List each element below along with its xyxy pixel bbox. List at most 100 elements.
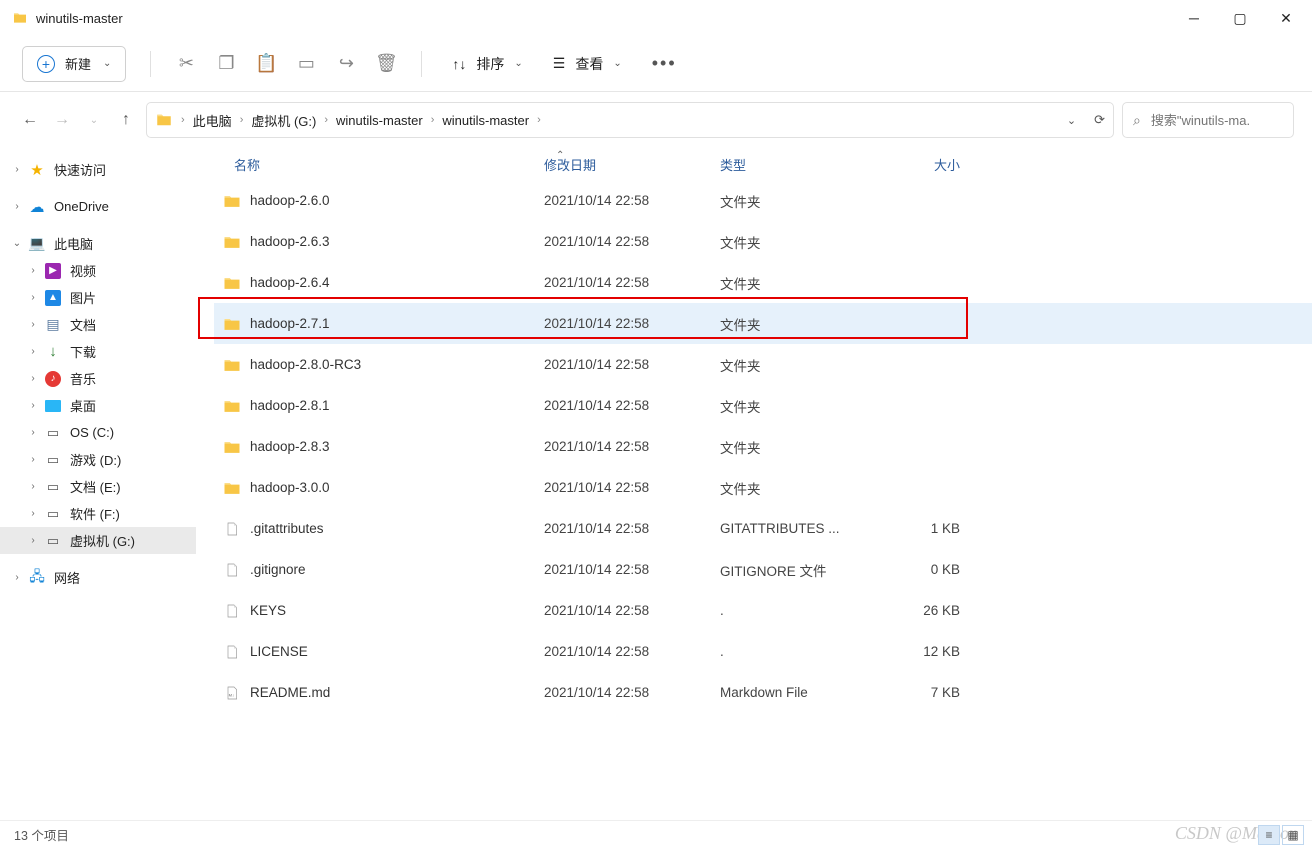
crumb-pc[interactable]: 此电脑 xyxy=(193,111,232,130)
address-bar[interactable]: ›此电脑 ›虚拟机 (G:) ›winutils-master ›winutil… xyxy=(146,102,1114,138)
expand-icon[interactable]: ⌄ xyxy=(10,238,24,249)
sidebar-item[interactable]: › ▭ OS (C:) xyxy=(0,419,196,446)
file-type: 文件夹 xyxy=(720,191,874,211)
sidebar: › ★ 快速访问› ☁ OneDrive⌄ 💻 此电脑› ▶ 视频› ▲ 图片›… xyxy=(0,148,196,820)
expand-icon[interactable]: › xyxy=(26,319,40,330)
file-name: KEYS xyxy=(250,603,286,618)
tiles-view-icon[interactable]: ▦ xyxy=(1282,825,1304,845)
search-box[interactable]: ⌕ xyxy=(1122,102,1294,138)
dl-icon: ↓ xyxy=(44,343,62,361)
sidebar-item[interactable]: › ▭ 软件 (F:) xyxy=(0,500,196,527)
sidebar-item[interactable]: › ↓ 下载 xyxy=(0,338,196,365)
up-button[interactable]: ↑ xyxy=(114,111,138,129)
sidebar-item[interactable]: › ▭ 虚拟机 (G:) xyxy=(0,527,196,554)
sidebar-label: OneDrive xyxy=(54,199,109,214)
share-icon[interactable]: ↪ xyxy=(335,53,357,75)
sidebar-item[interactable]: › ▭ 文档 (E:) xyxy=(0,473,196,500)
file-row[interactable]: hadoop-2.6.4 2021/10/14 22:58 文件夹 xyxy=(214,262,1312,303)
crumb-folder1[interactable]: winutils-master xyxy=(336,113,423,128)
crumb-folder2[interactable]: winutils-master xyxy=(442,113,529,128)
refresh-icon[interactable]: ⟳ xyxy=(1094,112,1105,128)
file-name: hadoop-2.7.1 xyxy=(250,316,330,331)
new-button[interactable]: + 新建 ⌄ xyxy=(22,46,126,82)
sidebar-item[interactable]: › 🖧 网络 xyxy=(0,564,196,591)
recent-chevron-icon[interactable]: ⌄ xyxy=(82,115,106,126)
status-bar: 13 个项目 CSDN @Marson ≡ ▦ xyxy=(0,820,1312,848)
expand-icon[interactable]: › xyxy=(26,427,40,438)
sidebar-item[interactable]: › ☁ OneDrive xyxy=(0,193,196,220)
file-row[interactable]: hadoop-3.0.0 2021/10/14 22:58 文件夹 xyxy=(214,467,1312,508)
sidebar-label: 网络 xyxy=(54,568,80,587)
back-button[interactable]: ← xyxy=(18,111,42,129)
expand-icon[interactable]: › xyxy=(26,400,40,411)
file-row[interactable]: hadoop-2.6.3 2021/10/14 22:58 文件夹 xyxy=(214,221,1312,262)
file-date: 2021/10/14 22:58 xyxy=(544,193,720,208)
expand-icon[interactable]: › xyxy=(26,508,40,519)
sidebar-label: 视频 xyxy=(70,261,96,280)
chevron-down-icon: ⌄ xyxy=(613,58,621,69)
file-row[interactable]: LICENSE 2021/10/14 22:58 . 12 KB xyxy=(214,631,1312,672)
sidebar-label: 虚拟机 (G:) xyxy=(70,531,135,550)
file-date: 2021/10/14 22:58 xyxy=(544,275,720,290)
file-icon xyxy=(222,519,242,539)
folder-icon xyxy=(12,10,28,26)
file-icon xyxy=(222,560,242,580)
header-name[interactable]: 名称 xyxy=(214,155,544,174)
expand-icon[interactable]: › xyxy=(26,265,40,276)
close-button[interactable]: ✕ xyxy=(1276,10,1296,27)
sidebar-item[interactable]: › ▶ 视频 xyxy=(0,257,196,284)
file-type: . xyxy=(720,644,874,659)
sidebar-item[interactable]: › ♪ 音乐 xyxy=(0,365,196,392)
sidebar-item[interactable]: › 桌面 xyxy=(0,392,196,419)
file-name: hadoop-2.6.3 xyxy=(250,234,330,249)
delete-icon[interactable]: 🗑 xyxy=(375,53,397,75)
copy-icon[interactable]: ❐ xyxy=(215,53,237,75)
header-type[interactable]: 类型 xyxy=(720,155,874,174)
expand-icon[interactable]: › xyxy=(26,535,40,546)
expand-icon[interactable]: › xyxy=(26,481,40,492)
expand-icon[interactable]: › xyxy=(10,572,24,583)
file-row[interactable]: KEYS 2021/10/14 22:58 . 26 KB xyxy=(214,590,1312,631)
expand-icon[interactable]: › xyxy=(26,346,40,357)
search-input[interactable] xyxy=(1151,113,1283,128)
file-name: hadoop-2.8.0-RC3 xyxy=(250,357,361,372)
file-row[interactable]: hadoop-2.8.0-RC3 2021/10/14 22:58 文件夹 xyxy=(214,344,1312,385)
file-size: 1 KB xyxy=(874,521,970,536)
sort-button[interactable]: ↑↓ 排序 ⌄ xyxy=(446,54,528,74)
details-view-icon[interactable]: ≡ xyxy=(1258,825,1280,845)
more-button[interactable]: ••• xyxy=(646,53,683,74)
file-row[interactable]: .gitignore 2021/10/14 22:58 GITIGNORE 文件… xyxy=(214,549,1312,590)
rename-icon[interactable]: ▭ xyxy=(295,53,317,75)
dropdown-chevron-icon[interactable]: ⌄ xyxy=(1067,114,1076,127)
file-row[interactable]: hadoop-2.8.3 2021/10/14 22:58 文件夹 xyxy=(214,426,1312,467)
view-button[interactable]: ☰ 查看 ⌄ xyxy=(547,54,628,74)
expand-icon[interactable]: › xyxy=(26,292,40,303)
sidebar-item[interactable]: › ▲ 图片 xyxy=(0,284,196,311)
title-bar: winutils-master ─ ▢ ✕ xyxy=(0,0,1312,36)
expand-icon[interactable]: › xyxy=(10,164,24,175)
paste-icon[interactable]: 📋 xyxy=(255,53,277,75)
file-row[interactable]: hadoop-2.8.1 2021/10/14 22:58 文件夹 xyxy=(214,385,1312,426)
file-row[interactable]: .gitattributes 2021/10/14 22:58 GITATTRI… xyxy=(214,508,1312,549)
header-date[interactable]: 修改日期 xyxy=(544,155,720,174)
forward-button[interactable]: → xyxy=(50,111,74,129)
mus-icon: ♪ xyxy=(44,370,62,388)
header-size[interactable]: 大小 xyxy=(874,155,970,174)
minimize-button[interactable]: ─ xyxy=(1184,10,1204,27)
sidebar-item[interactable]: › ▤ 文档 xyxy=(0,311,196,338)
expand-icon[interactable]: › xyxy=(26,454,40,465)
cut-icon[interactable]: ✂ xyxy=(175,53,197,75)
sidebar-item[interactable]: ⌄ 💻 此电脑 xyxy=(0,230,196,257)
file-row[interactable]: M↓README.md 2021/10/14 22:58 Markdown Fi… xyxy=(214,672,1312,713)
chevron-down-icon: ⌄ xyxy=(514,58,522,69)
file-row[interactable]: hadoop-2.6.0 2021/10/14 22:58 文件夹 xyxy=(214,180,1312,221)
sidebar-label: OS (C:) xyxy=(70,425,114,440)
sidebar-item[interactable]: › ▭ 游戏 (D:) xyxy=(0,446,196,473)
expand-icon[interactable]: › xyxy=(10,201,24,212)
crumb-drive[interactable]: 虚拟机 (G:) xyxy=(251,111,316,130)
maximize-button[interactable]: ▢ xyxy=(1230,10,1250,27)
sidebar-item[interactable]: › ★ 快速访问 xyxy=(0,156,196,183)
file-row[interactable]: hadoop-2.7.1 2021/10/14 22:58 文件夹 xyxy=(214,303,1312,344)
expand-icon[interactable]: › xyxy=(26,373,40,384)
file-date: 2021/10/14 22:58 xyxy=(544,685,720,700)
